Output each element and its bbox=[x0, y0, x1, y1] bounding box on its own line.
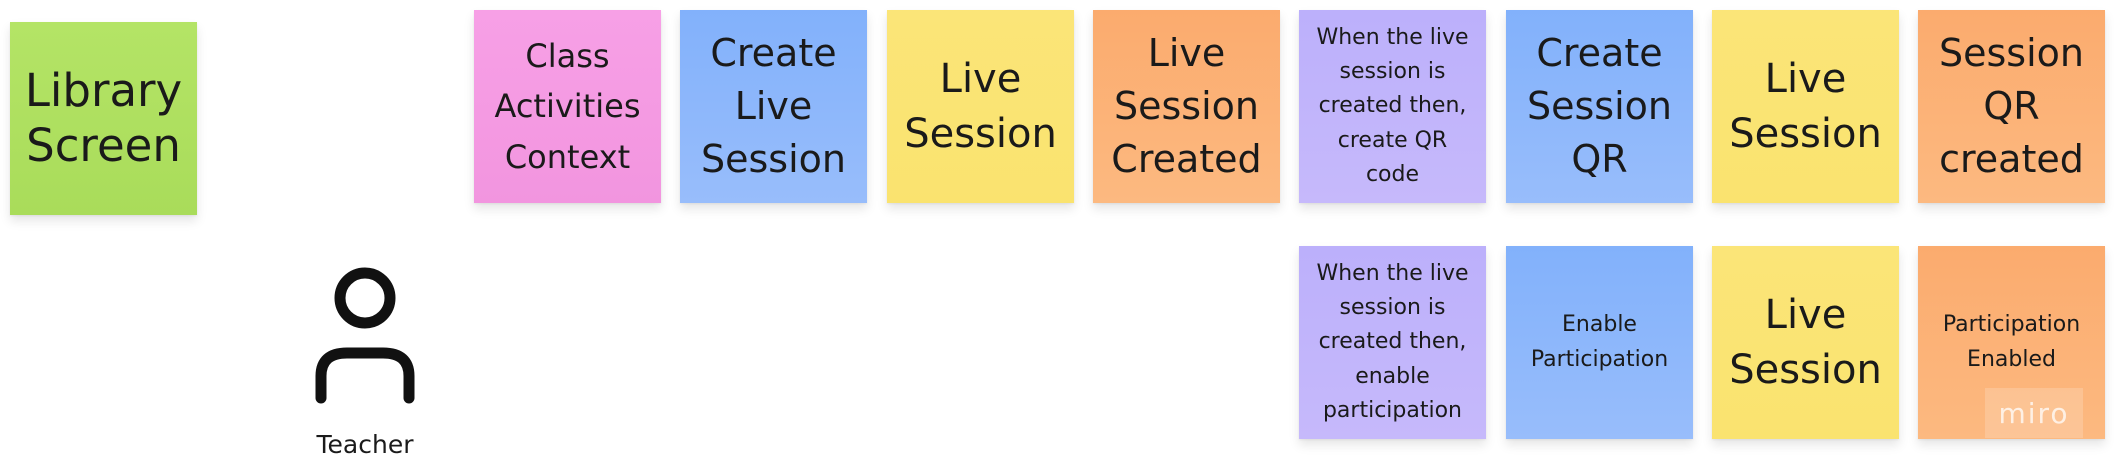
sticky-label: Live Session bbox=[1729, 55, 1882, 157]
sticky-label: When the live session is created then, c… bbox=[1316, 25, 1469, 187]
sticky-label: Live Session Created bbox=[1111, 30, 1262, 182]
sticky-label: Create Session QR bbox=[1527, 30, 1672, 182]
sticky-class-activities-context[interactable]: Class Activities Context bbox=[474, 10, 661, 203]
sticky-label: Live Session bbox=[1729, 291, 1882, 393]
actor-name: Teacher bbox=[316, 430, 414, 459]
sticky-label: Class Activities Context bbox=[494, 36, 641, 176]
sticky-label: Live Session bbox=[904, 55, 1057, 157]
sticky-create-live-session[interactable]: Create Live Session bbox=[680, 10, 867, 203]
sticky-enable-participation[interactable]: Enable Participation bbox=[1506, 246, 1693, 439]
sticky-library-screen[interactable]: Library Screen bbox=[10, 22, 197, 215]
sticky-label: Library Screen bbox=[24, 63, 183, 172]
sticky-label: Enable Participation bbox=[1530, 312, 1669, 372]
actor-teacher[interactable]: Teacher bbox=[290, 258, 440, 468]
sticky-live-session-created[interactable]: Live Session Created bbox=[1093, 10, 1280, 203]
sticky-create-session-qr[interactable]: Create Session QR bbox=[1506, 10, 1693, 203]
sticky-session-qr-created[interactable]: Session QR created bbox=[1918, 10, 2105, 203]
sticky-policy-create-qr[interactable]: When the live session is created then, c… bbox=[1299, 10, 1486, 203]
sticky-label: Participation Enabled bbox=[1942, 312, 2081, 372]
sticky-label: Create Live Session bbox=[701, 30, 846, 182]
sticky-live-session[interactable]: Live Session bbox=[887, 10, 1074, 203]
sticky-policy-enable-participation[interactable]: When the live session is created then, e… bbox=[1299, 246, 1486, 439]
user-icon bbox=[315, 267, 415, 404]
miro-watermark: miro bbox=[1985, 388, 2083, 438]
sticky-live-session[interactable]: Live Session bbox=[1712, 10, 1899, 203]
sticky-label: Session QR created bbox=[1939, 30, 2084, 182]
sticky-live-session[interactable]: Live Session bbox=[1712, 246, 1899, 439]
sticky-label: When the live session is created then, e… bbox=[1316, 261, 1469, 423]
